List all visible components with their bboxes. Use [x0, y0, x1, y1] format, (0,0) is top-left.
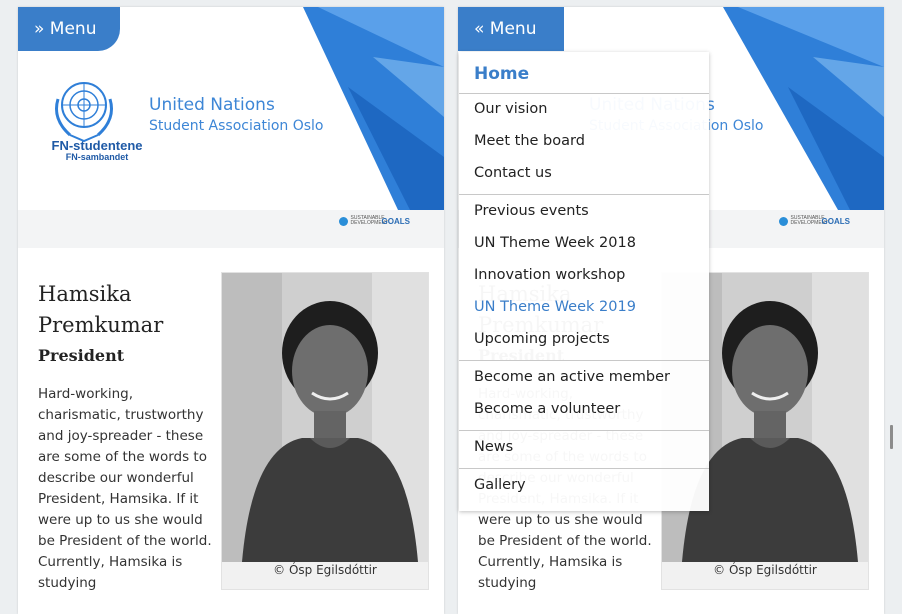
org-short-name: FN-studentene — [51, 138, 143, 153]
section-divider — [18, 232, 444, 248]
nav-item-home[interactable]: Home — [474, 64, 529, 84]
nav-separator — [459, 360, 709, 361]
nav-item-our-vision[interactable]: Our vision — [474, 101, 547, 117]
nav-separator — [459, 194, 709, 195]
nav-item-become-active-member[interactable]: Become an active member — [474, 369, 670, 385]
sdg-logo: SUSTAINABLE DEVELOPMENT GOALS — [778, 216, 850, 226]
photo-credit: © Ósp Egilsdóttir — [713, 563, 817, 577]
nav-item-become-volunteer[interactable]: Become a volunteer — [474, 401, 620, 417]
nav-item-meet-the-board[interactable]: Meet the board — [474, 133, 585, 149]
member-role: President — [38, 346, 125, 365]
menu-toggle-button[interactable]: » Menu — [18, 7, 120, 51]
nav-separator — [459, 468, 709, 469]
nav-item-upcoming-projects[interactable]: Upcoming projects — [474, 331, 610, 347]
photo-credit: © Ósp Egilsdóttir — [273, 563, 377, 577]
nav-item-innovation-workshop[interactable]: Innovation workshop — [474, 267, 625, 283]
member-name: Hamsika Premkumar — [38, 282, 164, 337]
nav-item-previous-events[interactable]: Previous events — [474, 203, 589, 219]
un-emblem-icon — [55, 82, 113, 143]
sdg-logo: SUSTAINABLE DEVELOPMENT GOALS — [338, 216, 410, 226]
nav-item-news[interactable]: News — [474, 439, 513, 455]
page-view-menu-closed: FN-studentene FN-sambandet United Nation… — [18, 7, 444, 614]
org-title-line2: Student Association Oslo — [149, 118, 324, 134]
nav-item-un-theme-week-2018[interactable]: UN Theme Week 2018 — [474, 235, 636, 251]
nav-separator — [459, 93, 709, 94]
org-title-line1: United Nations — [149, 95, 275, 115]
nav-separator — [459, 430, 709, 431]
nav-item-un-theme-week-2019[interactable]: UN Theme Week 2019 — [474, 299, 636, 315]
member-photo — [222, 273, 428, 562]
menu-toggle-button[interactable]: « Menu — [458, 7, 564, 51]
nav-item-gallery[interactable]: Gallery — [474, 477, 526, 493]
member-bio: Hard-working, charismatic, trustworthy a… — [38, 386, 212, 591]
org-sub-name: FN-sambandet — [65, 152, 129, 162]
sdg-globe-icon — [778, 216, 788, 226]
nav-dropdown-menu: Home Our vision Meet the board Contact u… — [459, 52, 709, 511]
sdg-globe-icon — [338, 216, 348, 226]
nav-item-contact-us[interactable]: Contact us — [474, 165, 552, 181]
member-photo-frame: © Ósp Egilsdóttir — [221, 272, 429, 590]
scrollbar-thumb[interactable] — [890, 425, 893, 449]
